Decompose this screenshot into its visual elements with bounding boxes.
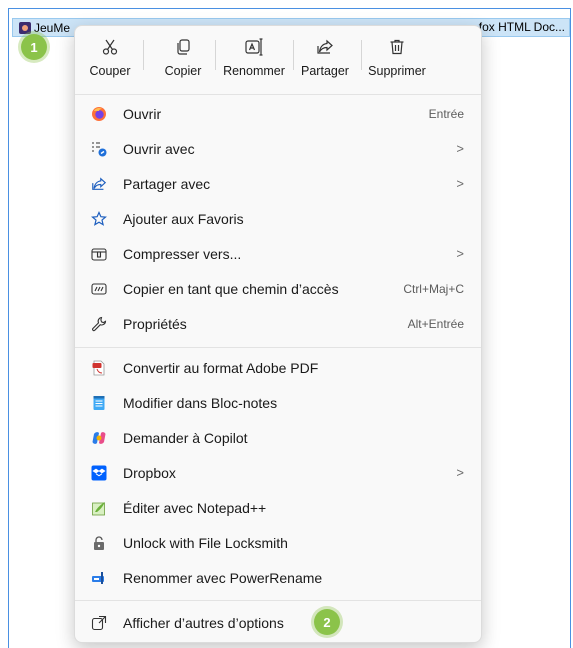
menu-item-label: Afficher d’autres d’options <box>123 614 284 631</box>
menu-item-locksmith[interactable]: Unlock with File Locksmith <box>81 526 476 559</box>
dropbox-icon <box>91 465 107 481</box>
delete-label: Supprimer <box>368 64 426 78</box>
menu-item-label: Éditer avec Notepad++ <box>123 499 267 516</box>
copilot-icon <box>91 430 107 446</box>
chevron-right-icon: > <box>456 246 464 261</box>
quick-separator <box>361 40 362 70</box>
menu-item-label: Modifier dans Bloc-notes <box>123 394 278 411</box>
path-icon <box>91 281 107 297</box>
menu-separator <box>75 347 481 348</box>
menu-item-autres-options[interactable]: Afficher d’autres d’options <box>81 606 476 639</box>
menu-item-powerrename[interactable]: Renommer avec PowerRename <box>81 561 476 594</box>
menu-item-convertir-pdf[interactable]: Convertir au format Adobe PDF <box>81 351 476 384</box>
chevron-right-icon: > <box>456 465 464 480</box>
delete-button[interactable]: Supprimer <box>365 32 429 86</box>
copy-icon <box>174 34 192 60</box>
menu-separator <box>75 94 481 95</box>
powerrename-icon <box>91 570 107 586</box>
context-menu: Couper Copier Renommer Partager Supprime… <box>74 25 482 643</box>
menu-item-copilot[interactable]: Demander à Copilot <box>81 421 476 454</box>
open-with-icon <box>91 141 107 157</box>
step-badge-2: 2 <box>314 609 340 635</box>
share-icon <box>316 34 334 60</box>
lock-icon <box>91 535 107 551</box>
notepad-icon <box>91 395 107 411</box>
file-name: JeuMe <box>34 20 71 35</box>
share-button[interactable]: Partager <box>297 32 353 86</box>
shortcut-text: Alt+Entrée <box>407 316 464 331</box>
rename-label: Renommer <box>223 64 285 78</box>
trash-icon <box>388 34 406 60</box>
menu-item-label: Partager avec <box>123 175 211 192</box>
shortcut-text: Ctrl+Maj+C <box>403 281 464 296</box>
file-icon <box>19 21 31 34</box>
menu-item-label: Renommer avec PowerRename <box>123 569 323 586</box>
menu-item-partager-avec[interactable]: Partager avec > <box>81 167 476 200</box>
rename-icon <box>244 34 264 60</box>
menu-item-label: Unlock with File Locksmith <box>123 534 288 551</box>
share-label: Partager <box>301 64 349 78</box>
cut-button[interactable]: Couper <box>87 32 133 86</box>
menu-item-notepadpp[interactable]: Éditer avec Notepad++ <box>81 491 476 524</box>
more-options-icon <box>91 615 107 631</box>
menu-separator <box>75 600 481 601</box>
shortcut-text: Entrée <box>428 106 464 121</box>
menu-item-compresser[interactable]: Compresser vers... > <box>81 237 476 270</box>
menu-item-label: Ouvrir <box>123 105 162 122</box>
menu-item-label: Copier en tant que chemin d’accès <box>123 280 339 297</box>
chevron-right-icon: > <box>456 141 464 156</box>
zip-icon <box>91 246 107 262</box>
firefox-icon <box>91 106 107 122</box>
file-type: fox HTML Doc... <box>478 20 565 34</box>
copy-button[interactable]: Copier <box>159 32 207 86</box>
adobe-pdf-icon <box>91 360 107 376</box>
menu-item-label: Demander à Copilot <box>123 429 248 446</box>
scissors-icon <box>101 34 119 60</box>
share-icon <box>91 176 107 192</box>
notepad-plus-plus-icon <box>91 500 107 516</box>
menu-item-label: Ajouter aux Favoris <box>123 210 244 227</box>
copy-label: Copier <box>164 64 202 78</box>
step-badge-1: 1 <box>21 34 47 60</box>
quick-separator <box>293 40 294 70</box>
menu-item-dropbox[interactable]: Dropbox > <box>81 456 476 489</box>
menu-item-bloc-notes[interactable]: Modifier dans Bloc-notes <box>81 386 476 419</box>
menu-item-label: Compresser vers... <box>123 245 242 262</box>
menu-item-label: Ouvrir avec <box>123 140 195 157</box>
menu-item-label: Propriétés <box>123 315 187 332</box>
quick-separator <box>143 40 144 70</box>
menu-item-ouvrir[interactable]: Ouvrir Entrée <box>81 97 476 130</box>
cut-label: Couper <box>89 64 131 78</box>
star-icon <box>91 210 107 227</box>
menu-item-proprietes[interactable]: Propriétés Alt+Entrée <box>81 307 476 340</box>
wrench-icon <box>91 316 107 332</box>
quick-actions-bar: Couper Copier Renommer Partager Supprime… <box>75 32 481 86</box>
rename-button[interactable]: Renommer <box>219 32 289 86</box>
quick-separator <box>215 40 216 70</box>
menu-item-label: Convertir au format Adobe PDF <box>123 359 319 376</box>
chevron-right-icon: > <box>456 176 464 191</box>
menu-item-copier-chemin[interactable]: Copier en tant que chemin d’accès Ctrl+M… <box>81 272 476 305</box>
menu-item-label: Dropbox <box>123 464 176 481</box>
menu-item-favoris[interactable]: Ajouter aux Favoris <box>81 202 476 235</box>
menu-item-ouvrir-avec[interactable]: Ouvrir avec > <box>81 132 476 165</box>
